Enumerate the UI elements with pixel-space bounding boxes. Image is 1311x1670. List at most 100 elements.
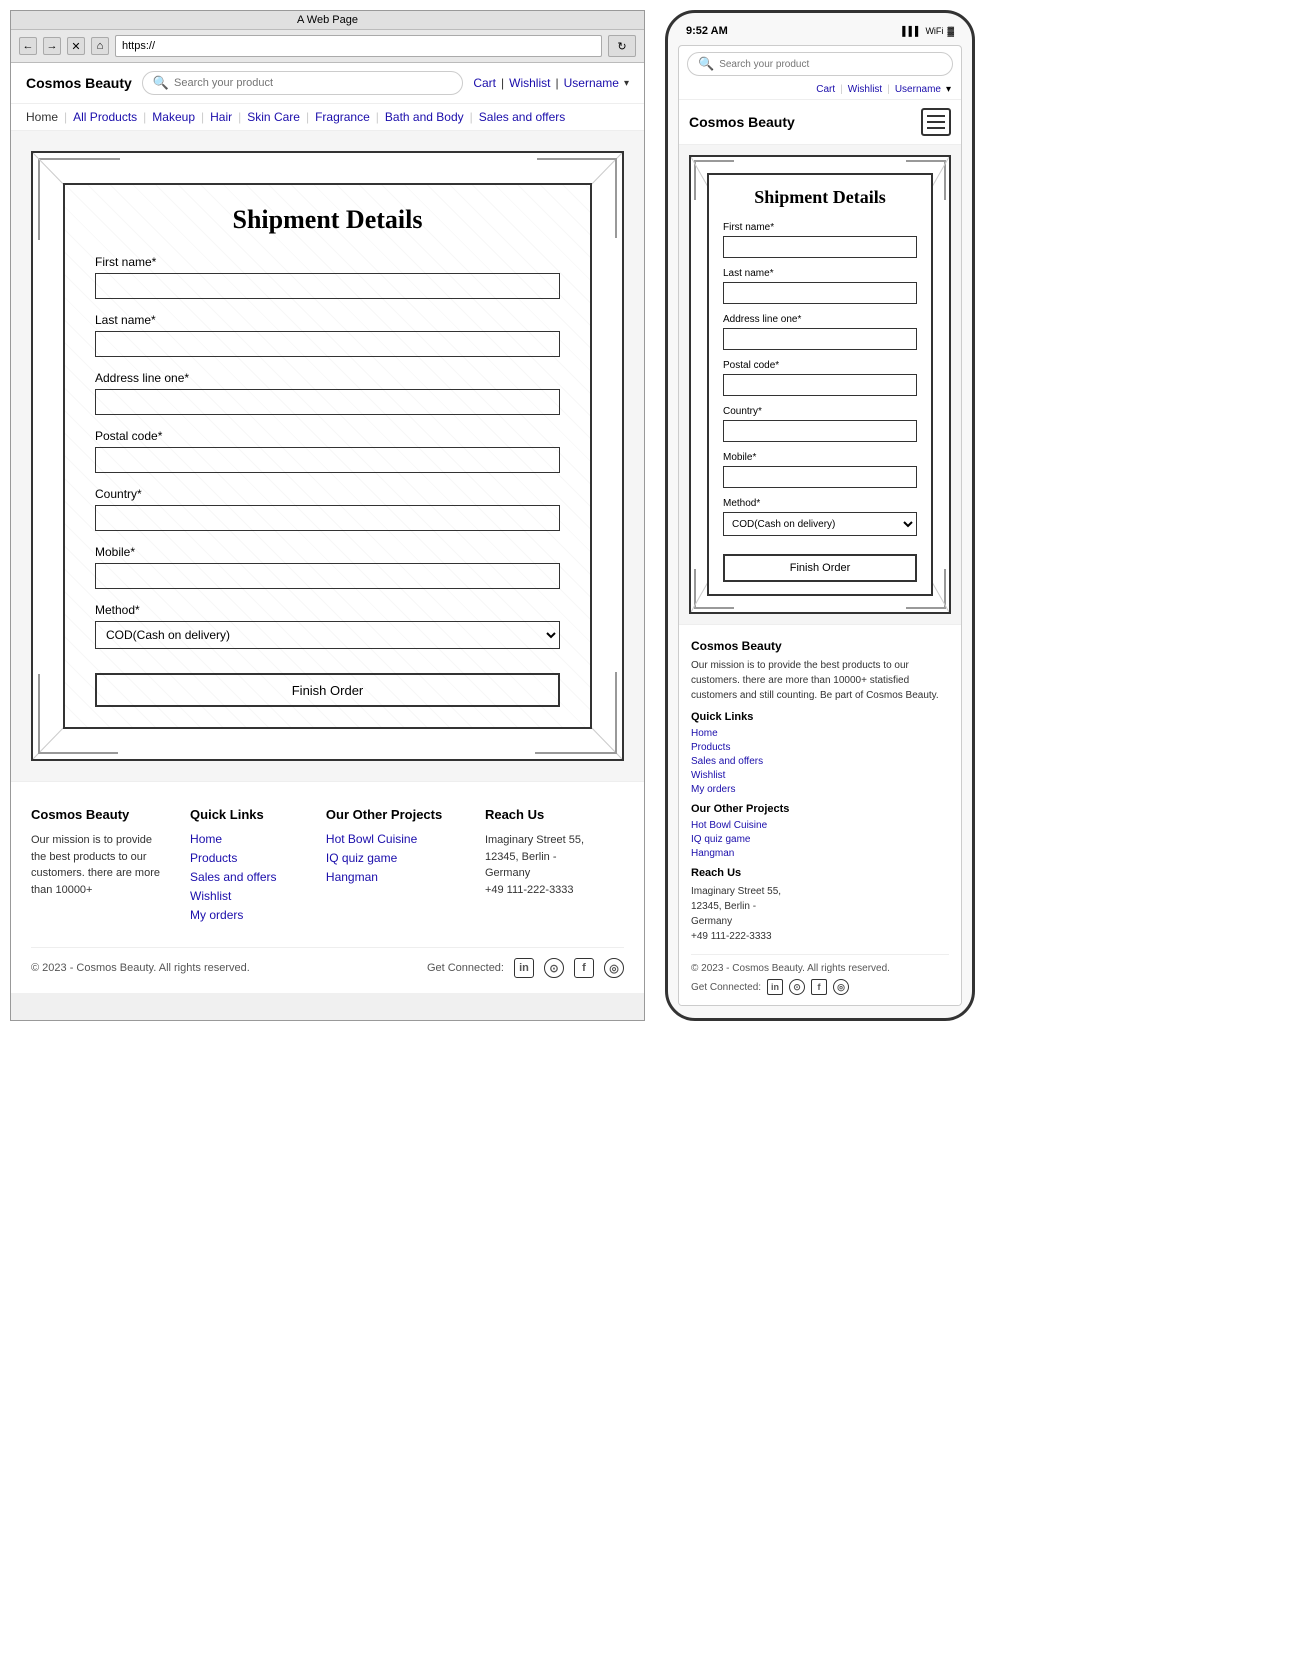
mobile-footer-orders[interactable]: My orders <box>691 784 949 795</box>
site-logo: Cosmos Beauty <box>26 75 132 91</box>
mobile-postal-input[interactable] <box>723 374 917 396</box>
mobile-footer-iq[interactable]: IQ quiz game <box>691 834 949 845</box>
mobile-username-link[interactable]: Username <box>895 84 941 95</box>
method-select[interactable]: COD(Cash on delivery) Online Payment <box>95 621 560 649</box>
nav-sales[interactable]: Sales and offers <box>473 108 572 126</box>
footer-link-orders[interactable]: My orders <box>190 908 306 922</box>
nav-all-products[interactable]: All Products <box>67 108 143 126</box>
mobile-copyright: © 2023 - Cosmos Beauty. All rights reser… <box>691 963 890 974</box>
mobile-input[interactable] <box>95 563 560 589</box>
mobile-get-connected: Get Connected: <box>691 982 761 993</box>
nav-bath-and-body[interactable]: Bath and Body <box>379 108 470 126</box>
phone-outer: 9:52 AM ▌▌▌ WiFi ▓ 🔍 Cart | Wishlist | U… <box>665 10 975 1021</box>
back-button[interactable]: ← <box>19 37 37 55</box>
mobile-method-group: Method* COD(Cash on delivery) Online Pay… <box>723 498 917 536</box>
mobile-footer-wishlist[interactable]: Wishlist <box>691 770 949 781</box>
hamburger-line <box>927 127 945 129</box>
linkedin-icon[interactable]: in <box>514 958 534 978</box>
mobile-footer-address: Imaginary Street 55,12345, Berlin -Germa… <box>691 884 949 944</box>
mobile-facebook-icon[interactable]: f <box>811 979 827 995</box>
mobile-finish-order-button[interactable]: Finish Order <box>723 554 917 582</box>
hamburger-menu[interactable] <box>921 108 951 136</box>
footer-link-home[interactable]: Home <box>190 832 306 846</box>
mobile-footer-products[interactable]: Products <box>691 742 949 753</box>
postal-label: Postal code* <box>95 429 560 443</box>
battery-icon: ▓ <box>947 26 954 36</box>
mobile-instagram-icon[interactable]: ◎ <box>833 979 849 995</box>
nav-makeup[interactable]: Makeup <box>146 108 201 126</box>
first-name-input[interactable] <box>95 273 560 299</box>
home-button[interactable]: ⌂ <box>91 37 109 55</box>
social-icons: Get Connected: in ⊙ f ◎ <box>427 958 624 978</box>
mobile-first-name-group: First name* <box>723 222 917 258</box>
facebook-icon[interactable]: f <box>574 958 594 978</box>
mobile-form-title: Shipment Details <box>723 187 917 208</box>
mobile-footer-hangman[interactable]: Hangman <box>691 848 949 859</box>
footer-copyright: © 2023 - Cosmos Beauty. All rights reser… <box>31 962 250 974</box>
mobile-dropdown-icon: ▾ <box>946 84 951 95</box>
wishlist-link[interactable]: Wishlist <box>509 76 550 90</box>
nav-skin-care[interactable]: Skin Care <box>241 108 306 126</box>
nav-fragrance[interactable]: Fragrance <box>309 108 376 126</box>
mobile-postal-group: Postal code* <box>723 360 917 396</box>
mobile-cart-link[interactable]: Cart <box>816 84 835 95</box>
country-input[interactable] <box>95 505 560 531</box>
browser-content: Cosmos Beauty 🔍 Cart | Wishlist | Userna… <box>11 63 644 993</box>
mobile-github-icon[interactable]: ⊙ <box>789 979 805 995</box>
mobile-wishlist-link[interactable]: Wishlist <box>848 84 882 95</box>
mobile-mobile-input[interactable] <box>723 466 917 488</box>
go-button[interactable]: ↻ <box>608 35 636 57</box>
mobile-postal-label: Postal code* <box>723 360 917 371</box>
forward-button[interactable]: → <box>43 37 61 55</box>
mobile-country-input[interactable] <box>723 420 917 442</box>
mobile-footer-bottom: © 2023 - Cosmos Beauty. All rights reser… <box>691 954 949 995</box>
mobile-footer-quick-title: Quick Links <box>691 711 949 723</box>
footer-link-sales[interactable]: Sales and offers <box>190 870 306 884</box>
mobile-address-input[interactable] <box>723 328 917 350</box>
footer-link-products[interactable]: Products <box>190 851 306 865</box>
wifi-icon: WiFi <box>925 26 943 36</box>
last-name-input[interactable] <box>95 331 560 357</box>
mobile-footer-reach-title: Reach Us <box>691 867 949 879</box>
mobile-address-group: Address line one* <box>723 314 917 350</box>
mobile-footer-hotbowl[interactable]: Hot Bowl Cuisine <box>691 820 949 831</box>
footer-link-hotbowl[interactable]: Hot Bowl Cuisine <box>326 832 465 846</box>
mobile-footer-sales[interactable]: Sales and offers <box>691 756 949 767</box>
nav-home[interactable]: Home <box>26 108 64 126</box>
desktop-search-bar[interactable]: 🔍 <box>142 71 464 95</box>
mobile-linkedin-icon[interactable]: in <box>767 979 783 995</box>
footer-bottom: © 2023 - Cosmos Beauty. All rights reser… <box>31 947 624 978</box>
mobile-first-name-input[interactable] <box>723 236 917 258</box>
url-bar[interactable] <box>115 35 602 57</box>
footer-projects-col: Our Other Projects Hot Bowl Cuisine IQ q… <box>326 807 465 927</box>
footer-link-wishlist[interactable]: Wishlist <box>190 889 306 903</box>
footer-link-iq[interactable]: IQ quiz game <box>326 851 465 865</box>
get-connected-label: Get Connected: <box>427 962 504 974</box>
mobile-address-label: Address line one* <box>723 314 917 325</box>
mobile-last-name-input[interactable] <box>723 282 917 304</box>
mobile-footer-home[interactable]: Home <box>691 728 949 739</box>
finish-order-button[interactable]: Finish Order <box>95 673 560 707</box>
username-link[interactable]: Username <box>564 76 619 90</box>
method-group: Method* COD(Cash on delivery) Online Pay… <box>95 603 560 649</box>
search-input[interactable] <box>174 77 452 89</box>
footer-quick-links-title: Quick Links <box>190 807 306 822</box>
footer-link-hangman[interactable]: Hangman <box>326 870 465 884</box>
github-icon[interactable]: ⊙ <box>544 958 564 978</box>
mobile-search-input[interactable] <box>719 59 942 70</box>
mobile-method-label: Method* <box>723 498 917 509</box>
postal-input[interactable] <box>95 447 560 473</box>
mobile-panel: 9:52 AM ▌▌▌ WiFi ▓ 🔍 Cart | Wishlist | U… <box>665 10 975 1021</box>
address-input[interactable] <box>95 389 560 415</box>
nav-hair[interactable]: Hair <box>204 108 238 126</box>
mobile-search-bar[interactable]: 🔍 <box>687 52 953 76</box>
wireframe-outer: Shipment Details First name* Last name* … <box>31 151 624 761</box>
close-button[interactable]: ✕ <box>67 37 85 55</box>
footer-brand-desc: Our mission is to provide the best produ… <box>31 832 170 898</box>
dropdown-arrow-icon: ▾ <box>624 78 629 89</box>
cart-link[interactable]: Cart <box>473 76 496 90</box>
instagram-icon[interactable]: ◎ <box>604 958 624 978</box>
site-footer: Cosmos Beauty Our mission is to provide … <box>11 781 644 993</box>
address-group: Address line one* <box>95 371 560 415</box>
mobile-method-select[interactable]: COD(Cash on delivery) Online Payment <box>723 512 917 536</box>
